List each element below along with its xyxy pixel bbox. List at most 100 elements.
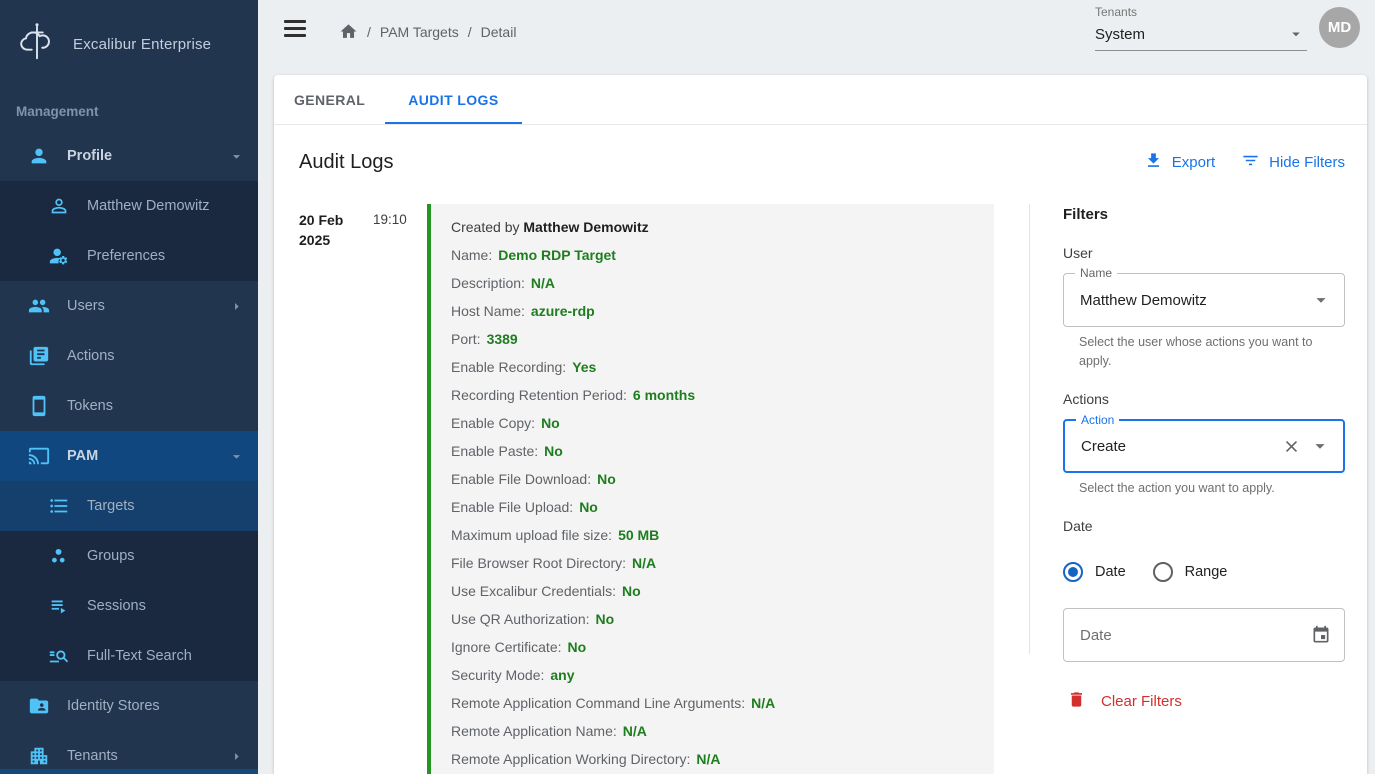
filters-actions-section-label: Actions [1063, 391, 1345, 407]
export-button[interactable]: Export [1144, 151, 1215, 174]
tab-bar: GENERAL AUDIT LOGS [274, 75, 1367, 125]
user-helper-text: Select the user whose actions you want t… [1079, 333, 1329, 371]
sidebar-item-identity-stores[interactable]: Identity Stores [0, 681, 258, 731]
tenant-select[interactable]: Tenants System [1095, 5, 1307, 51]
calendar-icon[interactable] [1311, 625, 1331, 645]
sidebar-item-targets[interactable]: Targets [0, 481, 258, 531]
date-input[interactable] [1080, 627, 1311, 644]
log-entry-date: 20 Feb 2025 [299, 210, 355, 774]
list-icon [48, 495, 70, 517]
radio-date[interactable] [1063, 562, 1083, 582]
bubble-chart-icon [48, 545, 70, 567]
log-field-row: Remote Application Command Line Argument… [451, 695, 974, 711]
log-entry-detail: Created by Matthew Demowitz Name:Demo RD… [427, 204, 994, 774]
log-field-row: File Browser Root Directory:N/A [451, 555, 974, 571]
tenants-label: Tenants [1095, 5, 1307, 19]
breadcrumb-separator: / [468, 24, 472, 40]
date-input-field [1063, 608, 1345, 662]
log-field-row: Recording Retention Period:6 months [451, 387, 974, 403]
breadcrumb-pam-targets[interactable]: PAM Targets [380, 24, 459, 40]
user-name-select-value: Matthew Demowitz [1080, 292, 1310, 309]
sidebar-item-full-text-search[interactable]: Full-Text Search [0, 631, 258, 681]
log-field-row: Security Mode:any [451, 667, 974, 683]
sidebar-next-item-peek [0, 769, 258, 774]
home-icon[interactable] [339, 22, 358, 41]
sidebar-item-actions[interactable]: Actions [0, 331, 258, 381]
tenant-value: System [1095, 26, 1145, 43]
sidebar-item-profile[interactable]: Profile [0, 131, 258, 181]
filters-date-section-label: Date [1063, 518, 1345, 534]
log-field-row: Ignore Certificate:No [451, 639, 974, 655]
page-title: Audit Logs [299, 151, 394, 174]
sidebar-item-matthew-demowitz[interactable]: Matthew Demowitz [0, 181, 258, 231]
log-field-row: Enable Copy:No [451, 415, 974, 431]
content-card: GENERAL AUDIT LOGS Audit Logs Export Hid… [274, 75, 1367, 774]
filters-panel: Filters User Name Matthew Demowitz Selec… [1030, 204, 1345, 774]
chevron-down-icon [228, 148, 245, 165]
sidebar-item-pam[interactable]: PAM [0, 431, 258, 481]
menu-hamburger-icon[interactable] [284, 20, 306, 41]
radio-range-label: Range [1185, 564, 1228, 580]
dropdown-arrow-icon [1287, 25, 1305, 43]
log-field-row: Name:Demo RDP Target [451, 247, 974, 263]
log-entry-datetime: 20 Feb 2025 19:10 [299, 204, 427, 774]
filters-title: Filters [1063, 206, 1345, 223]
tab-general[interactable]: GENERAL [274, 75, 385, 124]
created-by-name: Matthew Demowitz [523, 219, 648, 235]
log-field-row: Enable File Upload:No [451, 499, 974, 515]
chevron-right-icon [228, 298, 245, 315]
excalibur-cloud-sword-logo-icon [14, 19, 60, 70]
log-entry-time: 19:10 [373, 210, 407, 774]
smartphone-icon [28, 395, 50, 417]
person-outline-icon [48, 195, 70, 217]
playlist-play-icon [48, 595, 70, 617]
sidebar-item-tokens[interactable]: Tokens [0, 381, 258, 431]
tab-audit-logs[interactable]: AUDIT LOGS [385, 75, 521, 124]
audit-logs-content: Audit Logs Export Hide Filters 2 [274, 125, 1367, 774]
log-field-row: Use Excalibur Credentials:No [451, 583, 974, 599]
log-field-row: Port:3389 [451, 331, 974, 347]
app-title: Excalibur Enterprise [73, 36, 211, 53]
action-helper-text: Select the action you want to apply. [1079, 479, 1329, 498]
topbar-right: Tenants System MD [1095, 0, 1360, 51]
sidebar-item-tenants[interactable]: Tenants [0, 731, 258, 774]
people-icon [28, 295, 50, 317]
action-select-label: Action [1076, 413, 1119, 427]
sidebar: Excalibur Enterprise Management Profile … [0, 0, 258, 774]
sidebar-section-management: Management [16, 104, 242, 119]
sidebar-item-sessions[interactable]: Sessions [0, 581, 258, 631]
log-field-row: Enable Recording:Yes [451, 359, 974, 375]
sidebar-item-preferences[interactable]: Preferences [0, 231, 258, 281]
dropdown-arrow-icon [1309, 435, 1331, 457]
chevron-down-icon [228, 448, 245, 465]
building-icon [28, 745, 50, 767]
sidebar-item-users[interactable]: Users [0, 281, 258, 331]
radio-range[interactable] [1153, 562, 1173, 582]
chevron-right-icon [228, 748, 245, 765]
log-field-row: Host Name:azure-rdp [451, 303, 974, 319]
person-gear-icon [48, 245, 70, 267]
screen-cast-icon [28, 445, 50, 467]
action-select[interactable]: Action Create [1063, 419, 1345, 473]
action-select-value: Create [1081, 438, 1282, 455]
breadcrumb: / PAM Targets / Detail [339, 22, 516, 41]
clear-selection-icon[interactable] [1282, 437, 1301, 456]
log-field-row: Maximum upload file size:50 MB [451, 527, 974, 543]
user-name-select-label: Name [1075, 266, 1117, 280]
audit-log-list: 20 Feb 2025 19:10 Created by Matthew Dem… [299, 204, 994, 774]
hide-filters-button[interactable]: Hide Filters [1241, 151, 1345, 174]
download-icon [1144, 151, 1163, 174]
topbar: / PAM Targets / Detail Tenants System MD [258, 0, 1375, 75]
log-field-row: Remote Application Name:N/A [451, 723, 974, 739]
log-field-row: Remote Application Working Directory:N/A [451, 751, 974, 767]
app-logo-row: Excalibur Enterprise [0, 0, 258, 82]
avatar[interactable]: MD [1319, 7, 1360, 48]
trash-icon [1067, 690, 1086, 713]
filter-list-icon [1241, 151, 1260, 174]
clear-filters-button[interactable]: Clear Filters [1067, 690, 1345, 713]
breadcrumb-separator: / [367, 24, 371, 40]
user-name-select[interactable]: Name Matthew Demowitz [1063, 273, 1345, 327]
sidebar-item-groups[interactable]: Groups [0, 531, 258, 581]
filters-user-section-label: User [1063, 245, 1345, 261]
created-by-prefix: Created by [451, 219, 523, 235]
